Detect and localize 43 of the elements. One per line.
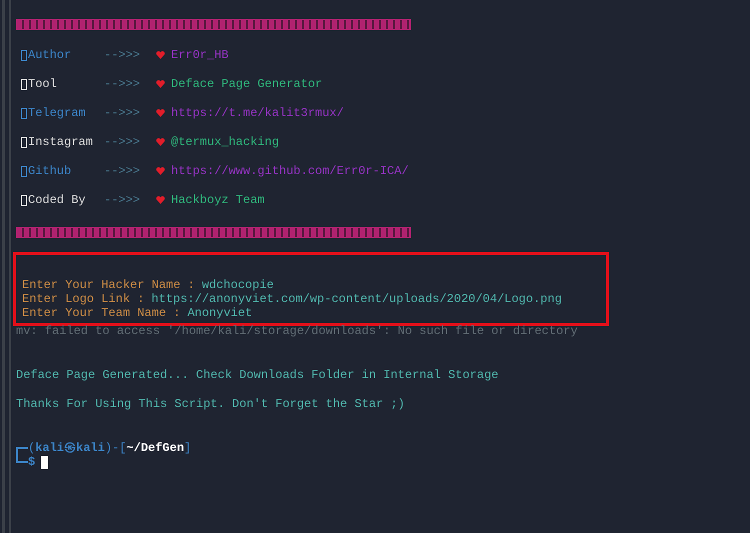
prompt-question: Enter Logo Link :: [22, 292, 144, 306]
prompt-bracket: [16, 447, 28, 457]
field-label: Instagram: [28, 135, 94, 149]
heart-icon: [156, 138, 165, 146]
heart-icon: [156, 196, 165, 204]
heart-icon: [156, 80, 165, 88]
prompt-question: Enter Your Team Name :: [22, 306, 180, 320]
field-label: Github: [28, 164, 72, 178]
arrow-text: -->>>: [104, 135, 142, 149]
arrow-text: -->>>: [104, 106, 142, 120]
status-message: Deface Page Generated... Check Downloads Folder in Internal Storage: [16, 368, 500, 382]
field-label: Author: [28, 48, 72, 62]
heart-icon: [156, 51, 165, 59]
field-value: @termux_hacking: [171, 135, 280, 149]
status-message: Thanks For Using This Script. Don't Forget the Star ;): [16, 397, 406, 411]
field-label: Tool: [28, 77, 58, 91]
missing-glyph-icon: [21, 78, 27, 90]
prompt-symbol: $: [28, 455, 36, 469]
prompt-question: Enter Your Hacker Name :: [22, 278, 195, 292]
field-value: https://t.me/kalit3rmux/: [171, 106, 344, 120]
missing-glyph-icon: [21, 136, 27, 148]
arrow-text: -->>>: [104, 48, 142, 62]
prompt-header: (kali㉿kali)-[~/DefGen]: [28, 441, 192, 455]
field-label: Telegram: [28, 106, 87, 120]
field-value: Err0r_HB: [171, 48, 229, 62]
cursor: [41, 456, 48, 468]
error-line: mv: failed to access '/home/kali/storage/downloads': No such file or directory: [16, 324, 579, 338]
field-label: Coded By: [28, 193, 87, 207]
missing-glyph-icon: [21, 108, 27, 118]
arrow-text: -->>>: [104, 164, 142, 178]
field-value: https://www.github.com/Err0r-ICA/: [171, 164, 409, 178]
prompt-answer: Anonyviet: [187, 306, 252, 320]
heart-icon: [156, 167, 165, 175]
prompt-answer: wdchocopie: [202, 278, 274, 292]
field-value: Hackboyz Team: [171, 193, 265, 207]
missing-glyph-icon: [21, 50, 27, 60]
field-value: Deface Page Generator: [171, 77, 322, 91]
missing-glyph-icon: [21, 166, 27, 176]
arrow-text: -->>>: [104, 77, 142, 91]
prompt-answer: https://anonyviet.com/wp-content/uploads/2020/04/Logo.png: [151, 292, 562, 306]
arrow-text: -->>>: [104, 193, 142, 207]
missing-glyph-icon: [21, 194, 27, 206]
heart-icon: [156, 109, 165, 117]
